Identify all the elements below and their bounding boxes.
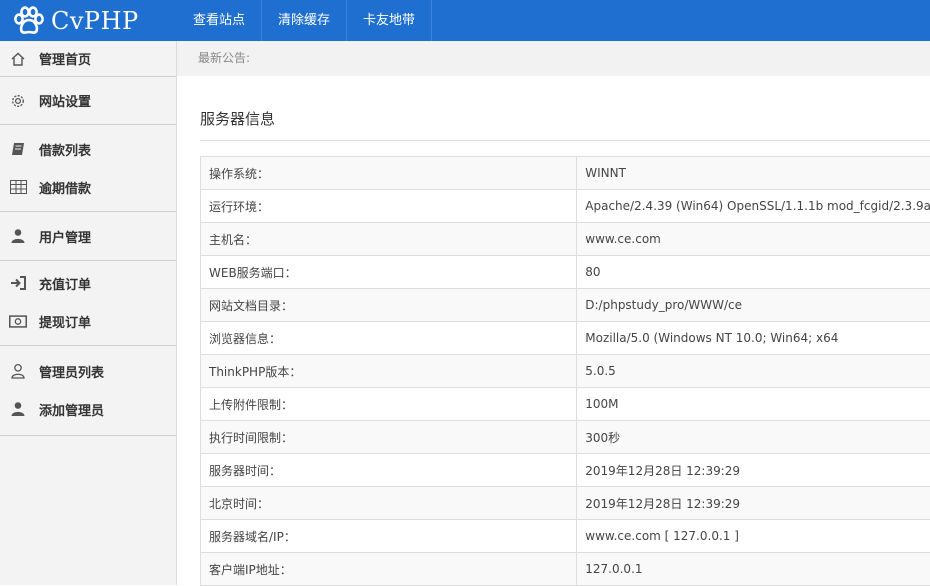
table-row: 主机名：www.ce.com <box>201 223 930 256</box>
title-divider <box>200 140 930 141</box>
user-outline-icon <box>9 362 27 380</box>
announcement-label: 最新公告: <box>198 51 250 65</box>
table-row: ThinkPHP版本：5.0.5 <box>201 355 930 388</box>
user-icon <box>9 400 27 418</box>
sidebar-item-label: 添加管理员 <box>39 400 104 419</box>
brand-logo[interactable]: CvPHP <box>0 0 176 41</box>
table-row: 服务器域名/IP：www.ce.com [ 127.0.0.1 ] <box>201 520 930 553</box>
main-content: 服务器信息 操作系统：WINNT 运行环境：Apache/2.4.39 (Win… <box>177 76 930 585</box>
user-icon <box>9 227 27 245</box>
server-info-table: 操作系统：WINNT 运行环境：Apache/2.4.39 (Win64) Op… <box>200 156 930 586</box>
gear-icon <box>9 92 27 110</box>
info-key: 上传附件限制： <box>201 388 577 421</box>
clear-cache-link[interactable]: 清除缓存 <box>262 0 347 41</box>
sidebar-item-recharge-orders[interactable]: 充值订单 <box>0 264 176 302</box>
info-key: 浏览器信息： <box>201 322 577 355</box>
info-value: www.ce.com [ 127.0.0.1 ] <box>577 520 930 553</box>
sidebar-item-site-settings[interactable]: 网站设置 <box>0 77 176 124</box>
sidebar-item-withdraw-orders[interactable]: 提现订单 <box>0 302 176 340</box>
info-key: 操作系统： <box>201 157 577 190</box>
info-value: 2019年12月28日 12:39:29 <box>577 487 930 520</box>
table-row: 北京时间：2019年12月28日 12:39:29 <box>201 487 930 520</box>
info-key: WEB服务端口： <box>201 256 577 289</box>
info-key: 运行环境： <box>201 190 577 223</box>
sidebar-group-users: 用户管理 <box>0 212 176 261</box>
info-value: D:/phpstudy_pro/WWW/ce <box>577 289 930 322</box>
sidebar-item-loan-list[interactable]: 借款列表 <box>0 130 176 168</box>
sidebar-item-home[interactable]: 管理首页 <box>0 41 176 77</box>
info-key: 网站文档目录： <box>201 289 577 322</box>
announcement-bar: 最新公告: <box>177 41 930 76</box>
table-row: 运行环境：Apache/2.4.39 (Win64) OpenSSL/1.1.1… <box>201 190 930 223</box>
info-key: 服务器域名/IP： <box>201 520 577 553</box>
sidebar-item-label: 提现订单 <box>39 312 91 331</box>
info-key: 执行时间限制： <box>201 421 577 454</box>
top-nav: 查看站点 清除缓存 卡友地带 <box>177 0 432 41</box>
sidebar-group-main: 管理首页 网站设置 <box>0 41 176 125</box>
info-value: 127.0.0.1 <box>577 553 930 586</box>
info-key: 北京时间： <box>201 487 577 520</box>
sidebar: 管理首页 网站设置 借款列表 逾期借款 用户管理 <box>0 41 177 585</box>
view-site-link[interactable]: 查看站点 <box>177 0 262 41</box>
info-value: 80 <box>577 256 930 289</box>
info-value: 2019年12月28日 12:39:29 <box>577 454 930 487</box>
section-title: 服务器信息 <box>200 108 275 129</box>
info-value: Mozilla/5.0 (Windows NT 10.0; Win64; x64 <box>577 322 930 355</box>
table-row: 服务器时间：2019年12月28日 12:39:29 <box>201 454 930 487</box>
sidebar-group-orders: 充值订单 提现订单 <box>0 261 176 346</box>
table-row: 上传附件限制：100M <box>201 388 930 421</box>
info-value: 5.0.5 <box>577 355 930 388</box>
info-key: 主机名： <box>201 223 577 256</box>
info-key: 服务器时间： <box>201 454 577 487</box>
sidebar-item-label: 用户管理 <box>39 227 91 246</box>
card-friend-zone-link[interactable]: 卡友地带 <box>347 0 432 41</box>
sidebar-item-label: 网站设置 <box>39 91 91 110</box>
sidebar-item-label: 充值订单 <box>39 274 91 293</box>
table-row: WEB服务端口：80 <box>201 256 930 289</box>
table-icon <box>9 178 27 196</box>
sidebar-item-add-admin[interactable]: 添加管理员 <box>0 390 176 428</box>
sidebar-item-label: 管理首页 <box>39 49 91 68</box>
sidebar-item-label: 借款列表 <box>39 140 91 159</box>
info-key: ThinkPHP版本： <box>201 355 577 388</box>
home-icon <box>9 50 27 68</box>
sign-in-icon <box>9 274 27 292</box>
brand-name: CvPHP <box>51 7 139 35</box>
info-value: www.ce.com <box>577 223 930 256</box>
table-row: 客户端IP地址：127.0.0.1 <box>201 553 930 586</box>
table-row: 执行时间限制：300秒 <box>201 421 930 454</box>
table-row: 操作系统：WINNT <box>201 157 930 190</box>
info-value: 100M <box>577 388 930 421</box>
info-value: WINNT <box>577 157 930 190</box>
sidebar-group-admins: 管理员列表 添加管理员 <box>0 346 176 436</box>
money-icon <box>9 312 27 330</box>
table-row: 浏览器信息：Mozilla/5.0 (Windows NT 10.0; Win6… <box>201 322 930 355</box>
sidebar-item-user-management[interactable]: 用户管理 <box>0 217 176 255</box>
info-value: 300秒 <box>577 421 930 454</box>
sidebar-item-admin-list[interactable]: 管理员列表 <box>0 352 176 390</box>
sidebar-group-loans: 借款列表 逾期借款 <box>0 125 176 212</box>
book-icon <box>9 140 27 158</box>
info-key: 客户端IP地址： <box>201 553 577 586</box>
top-bar: CvPHP 查看站点 清除缓存 卡友地带 <box>0 0 930 41</box>
table-row: 网站文档目录：D:/phpstudy_pro/WWW/ce <box>201 289 930 322</box>
sidebar-item-overdue-loans[interactable]: 逾期借款 <box>0 168 176 206</box>
sidebar-item-label: 逾期借款 <box>39 178 91 197</box>
paw-icon <box>12 6 46 36</box>
info-value: Apache/2.4.39 (Win64) OpenSSL/1.1.1b mod… <box>577 190 930 223</box>
sidebar-item-label: 管理员列表 <box>39 362 104 381</box>
